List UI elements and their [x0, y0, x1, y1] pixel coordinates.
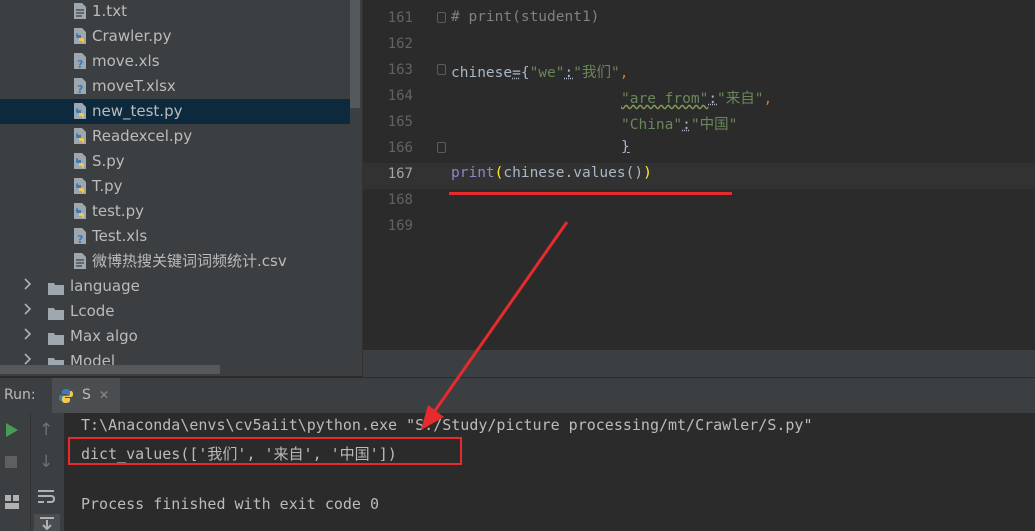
annotation-arrow-icon — [421, 221, 569, 430]
